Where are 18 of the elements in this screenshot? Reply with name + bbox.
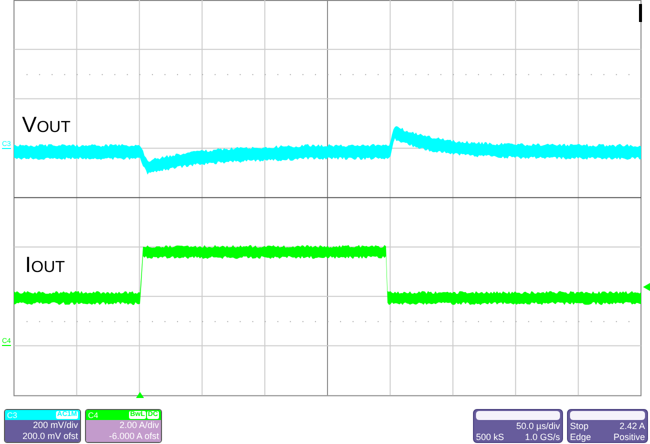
trigger-mode: Stop — [570, 421, 589, 432]
trigger-slope: Positive — [613, 432, 645, 442]
channel-name: C4 — [88, 410, 100, 420]
channel-name: C3 — [7, 410, 18, 420]
timebase-box[interactable]: 50.0 µs/div 500 kS 1.0 GS/s — [473, 409, 563, 443]
time-per-div: 50.0 µs/div — [516, 421, 560, 432]
offset-value: -6.000 A ofst — [108, 431, 159, 442]
offset-value: 200.0 mV ofst — [21, 431, 78, 442]
trigger-level-marker — [643, 283, 650, 291]
scroll-marker — [639, 4, 642, 22]
trigger-level: 2.42 A — [619, 421, 645, 432]
trigger-box[interactable]: Stop 2.42 A Edge Positive — [567, 409, 648, 443]
trigger-type: Edge — [570, 432, 592, 442]
volts-per-div: 200 mV/div — [32, 420, 78, 431]
sample-rate: 1.0 GS/s — [524, 432, 560, 442]
sample-count: 500 kS — [476, 432, 504, 442]
volts-per-div: 2.00 A/div — [118, 420, 159, 431]
trigger-time-marker — [136, 392, 144, 398]
